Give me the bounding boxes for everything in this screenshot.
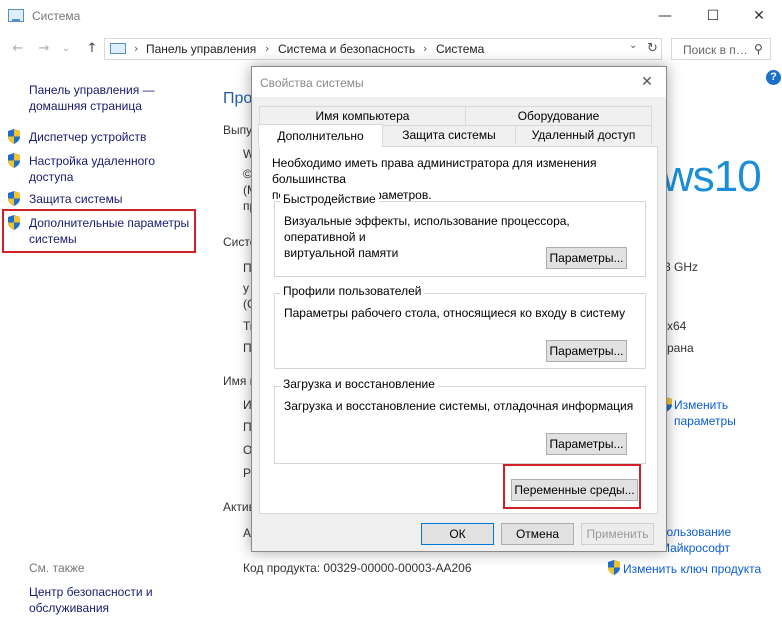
user-profiles-group-label: Профили пользователей (280, 284, 425, 298)
window-title: Система (32, 9, 81, 23)
close-button[interactable]: ✕ (736, 0, 782, 32)
startup-recovery-group-label: Загрузка и восстановление (280, 377, 438, 391)
dialog-titlebar: Свойства системы ✕ (252, 67, 666, 97)
forward-arrow-icon[interactable]: → (34, 40, 54, 58)
performance-group-label: Быстродействие (280, 192, 379, 206)
apply-button[interactable]: Применить (581, 523, 654, 545)
change-settings-line2: параметры (674, 414, 736, 428)
bg-text: у (243, 281, 249, 295)
breadcrumb-separator: › (423, 42, 428, 55)
windows10-logo-text: ws10 (662, 152, 762, 201)
breadcrumb-separator: › (134, 42, 139, 55)
license-link-line2: Майкрософт (660, 541, 731, 555)
change-product-key-link[interactable]: Изменить ключ продукта (623, 561, 761, 577)
navigation-bar: ← → ⌄ ↑ › Панель управления › Система и … (0, 36, 782, 62)
recent-locations-chevron-icon[interactable]: ⌄ (56, 40, 76, 58)
security-link-line1: Центр безопасности и (29, 585, 153, 599)
breadcrumb-system[interactable]: Система (436, 42, 484, 56)
dialog-title: Свойства системы (260, 76, 364, 90)
minimize-button[interactable]: — (642, 0, 688, 32)
performance-desc-line1: Визуальные эффекты, использование процес… (284, 214, 570, 244)
section-windows-edition: Выпу (223, 123, 253, 137)
cpu-frequency: 3 GHz (664, 260, 699, 274)
tab-hardware[interactable]: Оборудование (465, 106, 652, 125)
maximize-button[interactable]: ☐ (690, 0, 736, 32)
search-placeholder: Поиск в п… (683, 43, 748, 57)
tab-system-protection[interactable]: Защита системы (382, 125, 516, 144)
shield-icon (8, 215, 20, 230)
shield-icon (8, 191, 20, 206)
shield-icon (8, 153, 20, 168)
breadcrumb-separator: › (265, 42, 270, 55)
license-link-line1: пользование (660, 525, 732, 539)
tab-remote-access[interactable]: Удаленный доступ (515, 125, 652, 144)
bg-text: А (243, 526, 252, 540)
tab-advanced[interactable]: Дополнительно (258, 124, 383, 147)
sidebar-item-label: системы (29, 232, 77, 246)
tab-computer-name[interactable]: Имя компьютера (259, 106, 466, 125)
sidebar-item-label: Настройка удаленного (29, 154, 156, 168)
sidebar-item-remote-settings[interactable]: Настройка удаленного доступа (29, 153, 155, 185)
highlight-frame (503, 464, 641, 509)
sidebar-item-system-protection[interactable]: Защита системы (29, 191, 122, 207)
sidebar-item-label: доступа (29, 170, 74, 184)
admin-note-line1: Необходимо иметь права администратора дл… (272, 156, 597, 186)
help-icon[interactable]: ? (766, 70, 781, 85)
sidebar-home-line1: Панель управления — (29, 83, 155, 97)
security-maintenance-link[interactable]: Центр безопасности и обслуживания (29, 584, 153, 616)
breadcrumb-system-security[interactable]: Система и безопасность (278, 42, 415, 56)
user-profiles-settings-button[interactable]: Параметры... (546, 340, 627, 362)
system-app-icon (8, 9, 24, 22)
tab-panel-advanced: Необходимо иметь права администратора дл… (259, 146, 658, 514)
startup-recovery-settings-button[interactable]: Параметры... (546, 433, 627, 455)
refresh-icon[interactable]: ↻ (647, 41, 658, 56)
sidebar-item-label: Дополнительные параметры (29, 216, 190, 230)
breadcrumb-control-panel[interactable]: Панель управления (146, 42, 256, 56)
license-terms-link[interactable]: пользование Майкрософт (660, 524, 731, 556)
address-bar[interactable]: › Панель управления › Система и безопасн… (104, 38, 662, 60)
search-input[interactable]: Поиск в п… ⚲ (671, 38, 771, 60)
sidebar-item-device-manager[interactable]: Диспетчер устройств (29, 129, 146, 145)
system-type: x64 (667, 319, 687, 333)
back-arrow-icon[interactable]: ← (8, 40, 28, 58)
shield-icon (608, 560, 620, 575)
security-link-line2: обслуживания (29, 601, 110, 615)
cancel-button[interactable]: Отмена (501, 523, 574, 545)
performance-settings-button[interactable]: Параметры... (546, 247, 627, 269)
user-profiles-description: Параметры рабочего стола, относящиеся ко… (284, 306, 626, 320)
sidebar-item-advanced-settings[interactable]: Дополнительные параметры системы (29, 215, 189, 247)
bg-text: рана (667, 341, 694, 355)
dialog-close-button[interactable]: ✕ (636, 72, 658, 92)
see-also-heading: См. также (29, 561, 85, 575)
startup-recovery-description: Загрузка и восстановление системы, отлад… (284, 399, 634, 413)
shield-icon (8, 129, 20, 144)
up-arrow-icon[interactable]: ↑ (82, 40, 102, 58)
ok-button[interactable]: ОК (421, 523, 494, 545)
change-settings-link[interactable]: Изменить параметры (674, 397, 736, 429)
product-code: Код продукта: 00329-00000-00003-AA206 (243, 561, 472, 575)
window-titlebar: Система — ☐ ✕ (0, 0, 782, 34)
sidebar-home-link[interactable]: Панель управления — домашняя страница (29, 82, 155, 114)
page-heading: Про (223, 90, 253, 107)
search-icon[interactable]: ⚲ (754, 42, 763, 56)
address-dropdown-icon[interactable]: ⌄ (629, 40, 637, 51)
computer-icon (110, 43, 126, 54)
sidebar-home-line2: домашняя страница (29, 99, 142, 113)
change-settings-line1: Изменить (674, 398, 729, 412)
